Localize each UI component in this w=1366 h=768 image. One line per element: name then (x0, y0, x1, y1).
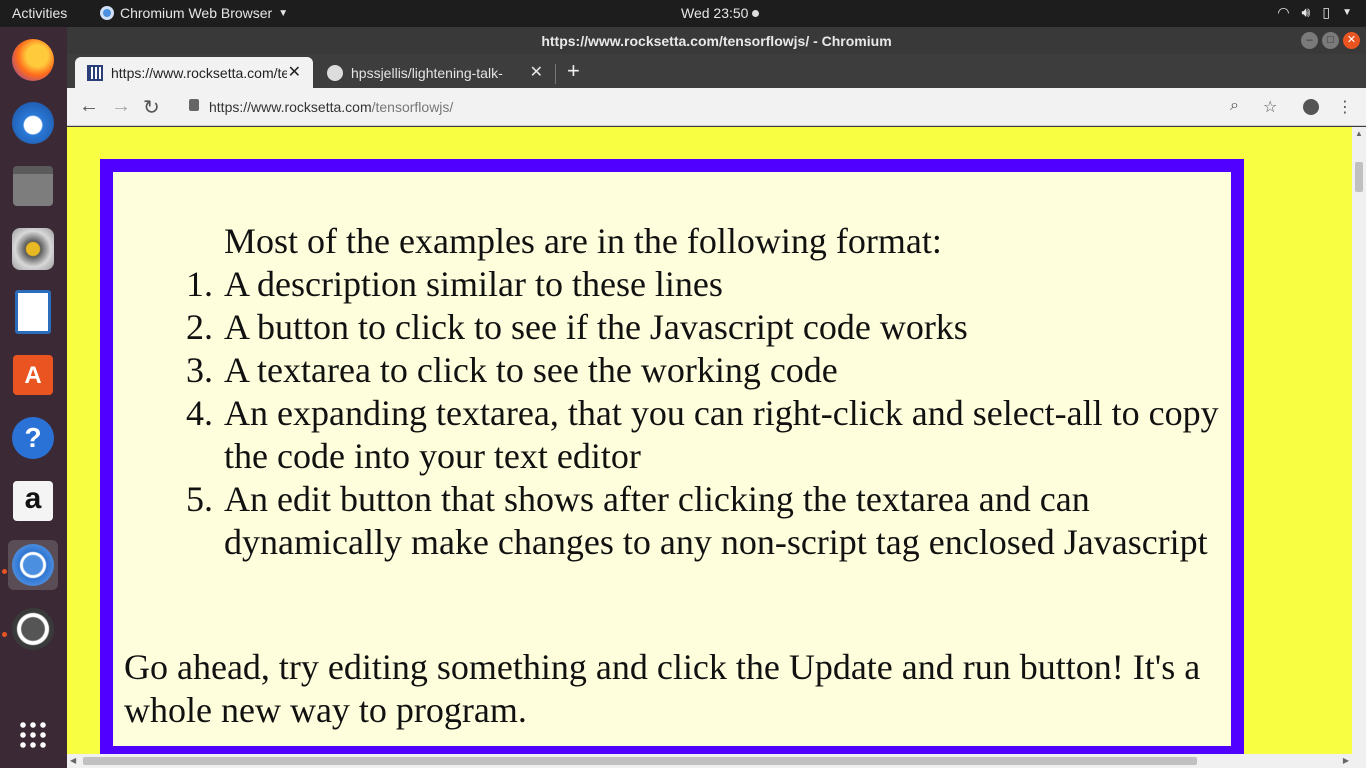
address-url: https://www.rocksetta.com/tensorflowjs/ (209, 99, 453, 115)
system-tray[interactable]: ◠ 🔊︎ ▯ ▼ (1277, 4, 1352, 21)
tab-title: hpssjellis/lightening-talk- (351, 64, 503, 81)
scroll-right-icon[interactable]: ▶ (1343, 756, 1349, 765)
notification-dot-icon (752, 9, 760, 17)
list-item-number: 1. (186, 264, 213, 304)
intro-text: Most of the examples are in the followin… (224, 221, 942, 261)
horizontal-scroll-thumb[interactable] (83, 757, 1197, 765)
address-bar[interactable]: https://www.rocksetta.com/tensorflowjs/ (177, 92, 1299, 122)
dock-amazon[interactable]: a (8, 476, 58, 526)
list-item-text: A button to click to see if the Javascri… (224, 307, 968, 347)
window-controls: – □ ✕ (1301, 32, 1360, 49)
dock-chromium[interactable] (8, 540, 58, 590)
battery-icon: ▯ (1322, 4, 1331, 20)
wifi-icon: ◠ (1277, 4, 1290, 20)
system-menu-caret-icon: ▼ (1342, 7, 1352, 18)
browser-window: https://www.rocksetta.com/tensorflowjs/ … (67, 27, 1366, 768)
dock: A ? a (0, 27, 67, 768)
dock-thunderbird[interactable] (8, 98, 58, 148)
firefox-icon (12, 39, 54, 81)
horizontal-scrollbar[interactable]: ◀ ▶ (67, 754, 1366, 768)
close-window-icon[interactable]: ✕ (1343, 32, 1360, 49)
app-menu[interactable]: Chromium Web Browser ▼ (100, 5, 288, 21)
close-tab-icon[interactable]: ✕ (288, 62, 301, 82)
tab-title: https://www.rocksetta.com/tensorflowjs/ (111, 64, 287, 81)
clock[interactable]: Wed 23:50 (681, 5, 760, 21)
dock-help[interactable]: ? (8, 413, 58, 463)
list-item-number: 2. (186, 307, 213, 347)
caret-down-icon: ▼ (278, 7, 289, 19)
site-favicon-icon (87, 64, 103, 81)
software-center-icon: A (13, 355, 53, 395)
chromium-small-icon (100, 6, 114, 20)
tab-github[interactable]: hpssjellis/lightening-talk- ✕ (315, 57, 555, 88)
back-icon[interactable]: ← (79, 95, 99, 118)
url-path: /tensorflowjs/ (371, 99, 454, 115)
page-viewport: Most of the examples are in the followin… (67, 127, 1352, 754)
dock-firefox[interactable] (8, 35, 58, 85)
dock-rhythmbox[interactable] (8, 224, 58, 274)
chromium-icon (12, 544, 54, 586)
github-icon (327, 64, 343, 81)
volume-icon: 🔊︎ (1301, 4, 1311, 20)
menu-kebab-icon[interactable]: ⋮ (1337, 97, 1353, 117)
bookmark-star-icon[interactable]: ☆ (1263, 97, 1277, 117)
help-icon: ? (12, 417, 54, 459)
rhythmbox-icon (12, 228, 54, 270)
list-item: 5. An edit button that shows after clicki… (186, 478, 1224, 564)
list-item: 2. A button to click to see if the Javasc… (186, 306, 1224, 349)
maximize-icon[interactable]: □ (1322, 32, 1339, 49)
close-tab-icon[interactable]: ✕ (530, 62, 543, 82)
zoom-icon[interactable]: ⌕ (1230, 97, 1239, 115)
dock-files[interactable] (8, 161, 58, 211)
list-item-number: 4. (186, 393, 213, 433)
show-apps-icon (18, 720, 48, 750)
list-item: 1. A description similar to these lines (186, 263, 1224, 306)
dock-writer[interactable] (8, 287, 58, 337)
dock-show-apps[interactable] (8, 710, 58, 760)
tab-rocksetta[interactable]: https://www.rocksetta.com/tensorflowjs/ … (75, 57, 313, 88)
content-box: Most of the examples are in the followin… (100, 159, 1244, 754)
activities-button[interactable]: Activities (12, 5, 67, 21)
list-item-number: 5. (186, 479, 213, 519)
scroll-up-icon[interactable]: ▲ (1355, 129, 1363, 138)
list-item: 4. An expanding textarea, that you can ri… (186, 392, 1224, 478)
vertical-scroll-thumb[interactable] (1355, 162, 1363, 192)
vertical-scrollbar[interactable]: ▲ (1352, 127, 1366, 754)
files-icon (13, 166, 53, 206)
window-titlebar[interactable]: https://www.rocksetta.com/tensorflowjs/ … (67, 27, 1366, 54)
list-item-text: An expanding textarea, that you can righ… (224, 393, 1219, 476)
running-indicator-icon (2, 569, 7, 574)
scroll-left-icon[interactable]: ◀ (70, 756, 76, 765)
outro-text: Go ahead, try editing something and clic… (124, 647, 1201, 730)
profile-avatar-icon[interactable] (1303, 99, 1319, 115)
system-top-bar: Activities Chromium Web Browser ▼ Wed 23… (0, 0, 1366, 27)
list-item-number: 3. (186, 350, 213, 390)
dock-software-center[interactable]: A (8, 350, 58, 400)
list-item: 3. A textarea to click to see the working… (186, 349, 1224, 392)
libreoffice-writer-icon (15, 290, 51, 334)
url-host: https://www.rocksetta.com (209, 99, 372, 115)
clock-label: Wed 23:50 (681, 5, 749, 21)
dock-software-updater[interactable] (8, 604, 58, 654)
lock-icon (189, 99, 199, 111)
app-menu-label: Chromium Web Browser (120, 5, 273, 21)
list-item-text: A description similar to these lines (224, 264, 723, 304)
forward-icon[interactable]: → (111, 95, 131, 118)
running-indicator-icon (2, 632, 7, 637)
tab-strip: https://www.rocksetta.com/tensorflowjs/ … (67, 54, 1366, 88)
minimize-icon[interactable]: – (1301, 32, 1318, 49)
browser-toolbar: ← → ↻ https://www.rocksetta.com/tensorfl… (67, 88, 1366, 126)
amazon-icon: a (13, 481, 53, 521)
list-item-text: A textarea to click to see the working c… (224, 350, 838, 390)
reload-icon[interactable]: ↻ (143, 95, 160, 120)
steps-list: 1. A description similar to these lines 2… (186, 263, 1224, 564)
tab-separator (555, 64, 556, 84)
list-item-text: An edit button that shows after clicking… (224, 479, 1208, 562)
new-tab-icon[interactable]: + (567, 60, 580, 82)
software-updater-icon (12, 608, 54, 650)
thunderbird-icon (12, 102, 54, 144)
